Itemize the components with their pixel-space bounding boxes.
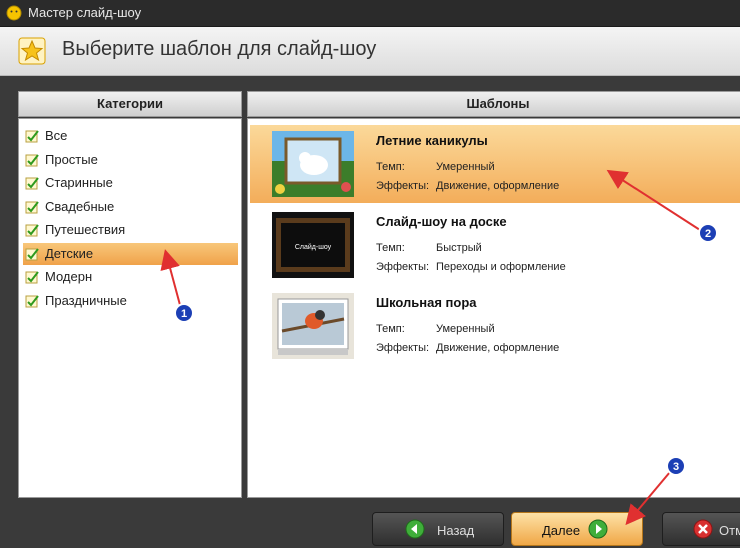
tempo-value: Умеренный [436,323,495,335]
tempo-key: Темп: [376,161,405,173]
templates-list: Летние каникулы Темп: Умеренный Эффекты: Дви… [247,118,749,498]
template-thumbnail: Слайд-шоу [272,212,354,278]
category-item[interactable]: Все [23,125,238,147]
category-item[interactable]: Путешествия [23,219,238,241]
tempo-value: Умеренный [436,161,495,173]
category-label: Свадебные [45,198,115,214]
star-icon [18,37,46,65]
category-item[interactable]: Детские [23,242,238,265]
category-label: Все [45,128,68,143]
categories-header: Категории [18,91,242,117]
back-button[interactable]: Назад [372,512,504,546]
cancel-icon [693,519,713,539]
category-label: Праздничные [45,292,127,308]
templates-header: Шаблоны [247,91,749,117]
torn-edge [740,0,750,548]
template-item[interactable]: Летние каникулы Темп: Умеренный Эффекты: Дви… [250,125,740,203]
slideshow-wizard-window: Мастер слайд-шоу Выберите шаблон для сла… [0,0,750,548]
effects-key: Эффекты: [376,342,430,354]
template-title: Летние каникулы [376,133,488,148]
checked-note-icon [25,247,39,260]
effects-value: Движение, оформление [436,180,560,192]
effects-value: Переходы и оформление [436,261,566,273]
effects-key: Эффекты: [376,180,430,192]
category-item[interactable]: Свадебные [23,196,238,218]
back-arrow-icon [405,519,425,539]
category-label: Путешествия [45,222,126,237]
categories-list: Все Простые Старинные Свадебные Путешествия Д… [18,118,242,498]
checked-note-icon [25,177,39,190]
category-label: Детские [45,245,94,261]
svg-text:Слайд-шоу: Слайд-шоу [295,243,332,251]
template-item[interactable]: Школьная пора Темп: Умеренный Эффекты: Движе… [250,287,740,365]
tempo-key: Темп: [376,242,405,254]
checked-note-icon [25,200,39,213]
next-button[interactable]: Далее [511,512,643,546]
checked-note-icon [25,153,39,166]
tempo-key: Темп: [376,323,405,335]
template-title: Школьная пора [376,295,477,310]
checked-note-icon [25,294,39,307]
category-item[interactable]: Модерн [23,266,238,288]
checked-note-icon [25,224,39,237]
template-title: Слайд-шоу на доске [376,214,507,229]
title-bar: Мастер слайд-шоу [0,0,740,27]
checked-note-icon [25,130,39,143]
category-label: Простые [45,151,98,167]
next-label: Далее [542,523,581,538]
back-label: Назад [437,523,475,538]
page-title: Выберите шаблон для слайд-шоу [62,38,377,60]
tempo-value: Быстрый [436,242,482,254]
next-arrow-icon [588,519,608,539]
template-item[interactable]: Слайд-шоу Слайд-шоу на доске Темп: Быстрый Э… [250,206,740,284]
effects-key: Эффекты: [376,261,430,273]
checked-note-icon [25,271,39,284]
app-logo-icon [6,5,22,21]
category-item[interactable]: Старинные [23,172,238,194]
category-item[interactable]: Праздничные [23,290,238,312]
category-label: Модерн [45,269,93,284]
window-title: Мастер слайд-шоу [28,5,142,20]
category-label: Старинные [45,175,113,190]
template-thumbnail [272,131,354,197]
effects-value: Движение, оформление [436,342,560,354]
category-item[interactable]: Простые [23,149,238,171]
cancel-button[interactable]: Отм [662,512,750,546]
wizard-header: Выберите шаблон для слайд-шоу [0,27,740,76]
template-thumbnail [272,293,354,359]
